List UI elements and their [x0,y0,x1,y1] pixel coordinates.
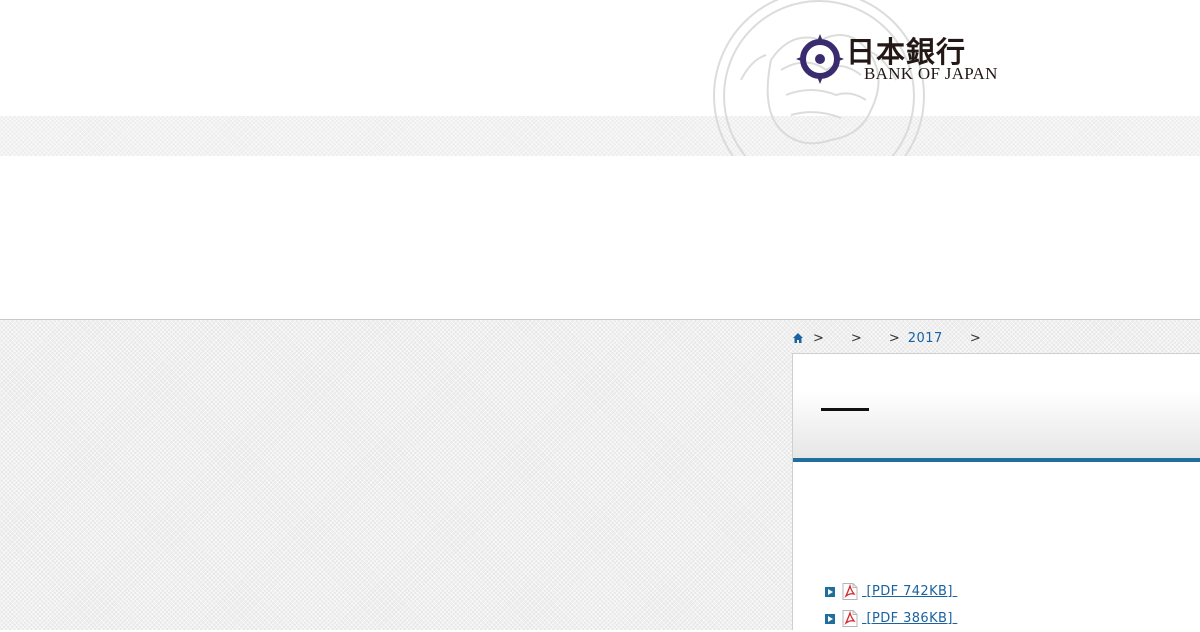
breadcrumb-item-year[interactable]: 2017 [908,331,943,346]
list-item: [PDF 386KB] [825,605,957,632]
breadcrumb-separator: > [888,330,900,346]
pdf-icon [842,610,858,627]
title-divider [793,458,1200,462]
list-item: [PDF 742KB] [825,578,957,605]
arrow-bullet-icon [825,613,835,624]
boj-emblem-icon [796,34,844,84]
breadcrumb-separator: > [850,330,862,346]
header-spacer [0,156,1200,320]
logo-name-en: BANK OF JAPAN [864,64,998,83]
breadcrumb-separator: > [969,330,981,346]
breadcrumb: > > > 2017 > [792,328,989,348]
breadcrumb-separator: > [813,330,824,346]
page-title-box [793,354,1200,458]
bank-of-japan-logo[interactable]: 日本銀行 BANK OF JAPAN [796,34,1006,86]
page-title [821,408,869,411]
pdf-download-link[interactable]: [PDF 386KB] [862,611,957,626]
pdf-download-list: [PDF 742KB] [PDF 386KB] [825,578,957,632]
pdf-icon [842,583,858,600]
arrow-bullet-icon [825,586,835,597]
pdf-download-link[interactable]: [PDF 742KB] [862,584,957,599]
home-icon[interactable] [792,332,804,344]
site-header [0,0,1200,116]
main-content-panel: [PDF 742KB] [PDF 386KB] [792,353,1200,630]
header-pattern-band [0,116,1200,156]
